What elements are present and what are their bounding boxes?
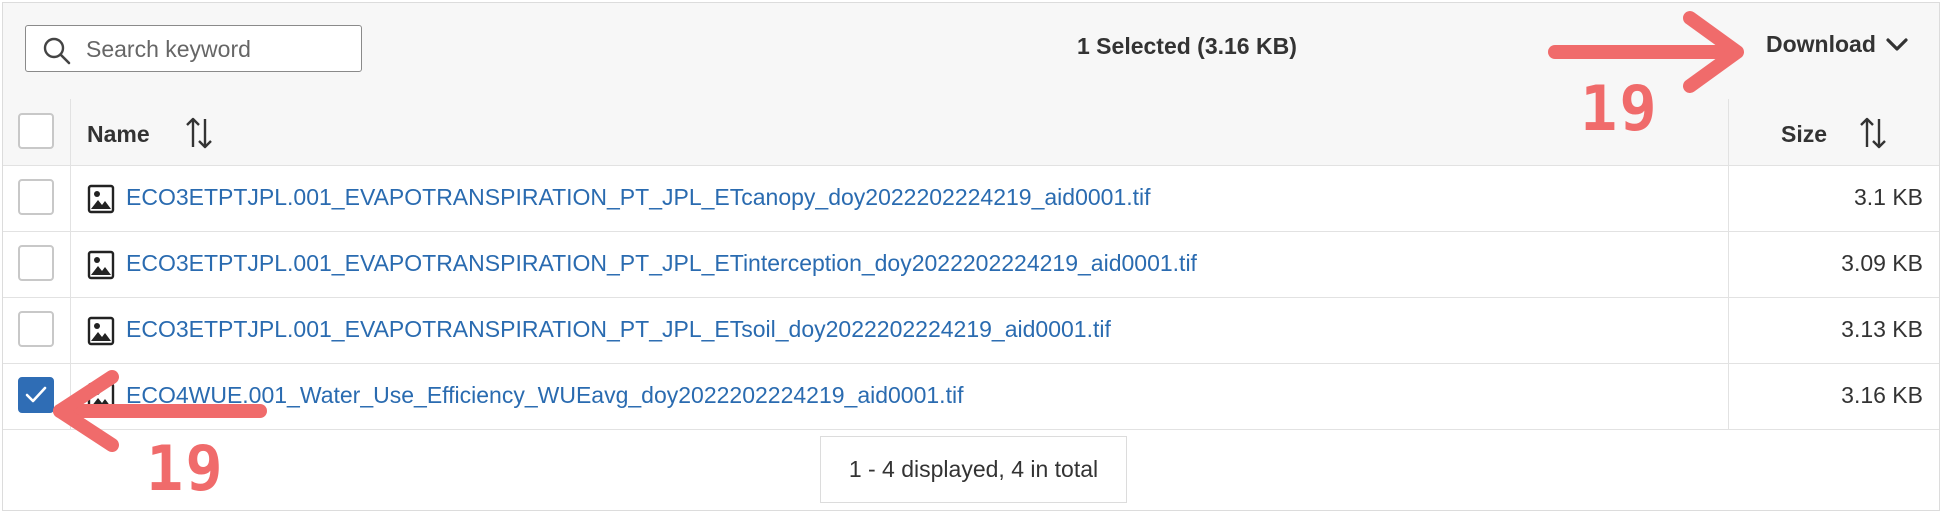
- file-size: 3.09 KB: [1841, 250, 1923, 276]
- row-check-cell: [3, 232, 71, 297]
- size-header-cell: [1728, 99, 1939, 165]
- selection-summary: 1 Selected (3.16 KB): [1077, 33, 1297, 59]
- size-cell: 3.1 KB: [1728, 166, 1939, 231]
- chevron-down-icon: [1886, 37, 1908, 51]
- file-link[interactable]: ECO3ETPTJPL.001_EVAPOTRANSPIRATION_PT_JP…: [126, 250, 1197, 277]
- table-row: ECO4WUE.001_Water_Use_Efficiency_WUEavg_…: [3, 364, 1939, 430]
- column-header-size[interactable]: Size: [1781, 121, 1827, 148]
- file-size: 3.1 KB: [1853, 184, 1923, 210]
- row-check-cell: [3, 166, 71, 231]
- image-file-icon: [87, 316, 115, 346]
- size-cell: 3.13 KB: [1728, 298, 1939, 363]
- row-check-cell: [3, 298, 71, 363]
- download-button[interactable]: Download: [1766, 31, 1908, 58]
- column-header-name[interactable]: Name: [87, 121, 150, 148]
- sort-icon[interactable]: [184, 116, 214, 150]
- image-file-icon: [87, 184, 115, 214]
- pagination-summary: 1 - 4 displayed, 4 in total: [820, 436, 1127, 503]
- size-cell: 3.09 KB: [1728, 232, 1939, 297]
- row-check-cell: [3, 364, 71, 429]
- search-icon: [43, 37, 71, 65]
- image-file-icon: [87, 382, 115, 412]
- file-size: 3.13 KB: [1841, 316, 1923, 342]
- row-checkbox[interactable]: [18, 245, 54, 281]
- step-number-download: 19: [1580, 72, 1659, 145]
- file-link[interactable]: ECO3ETPTJPL.001_EVAPOTRANSPIRATION_PT_JP…: [126, 184, 1151, 211]
- table-row: ECO3ETPTJPL.001_EVAPOTRANSPIRATION_PT_JP…: [3, 232, 1939, 298]
- step-number-checkbox: 19: [146, 432, 225, 505]
- file-link[interactable]: ECO3ETPTJPL.001_EVAPOTRANSPIRATION_PT_JP…: [126, 316, 1111, 343]
- search-input[interactable]: [84, 34, 353, 64]
- table-row: ECO3ETPTJPL.001_EVAPOTRANSPIRATION_PT_JP…: [3, 166, 1939, 232]
- row-checkbox-checked[interactable]: [18, 377, 54, 413]
- download-label: Download: [1766, 31, 1876, 57]
- table-row: ECO3ETPTJPL.001_EVAPOTRANSPIRATION_PT_JP…: [3, 298, 1939, 364]
- row-checkbox[interactable]: [18, 311, 54, 347]
- size-cell: 3.16 KB: [1728, 364, 1939, 429]
- file-link[interactable]: ECO4WUE.001_Water_Use_Efficiency_WUEavg_…: [126, 382, 963, 409]
- row-checkbox[interactable]: [18, 179, 54, 215]
- search-box[interactable]: [25, 25, 362, 72]
- image-file-icon: [87, 250, 115, 280]
- file-size: 3.16 KB: [1841, 382, 1923, 408]
- select-all-cell: [3, 99, 71, 165]
- select-all-checkbox[interactable]: [18, 113, 54, 149]
- checkmark-icon: [25, 386, 47, 403]
- sort-icon[interactable]: [1858, 116, 1888, 150]
